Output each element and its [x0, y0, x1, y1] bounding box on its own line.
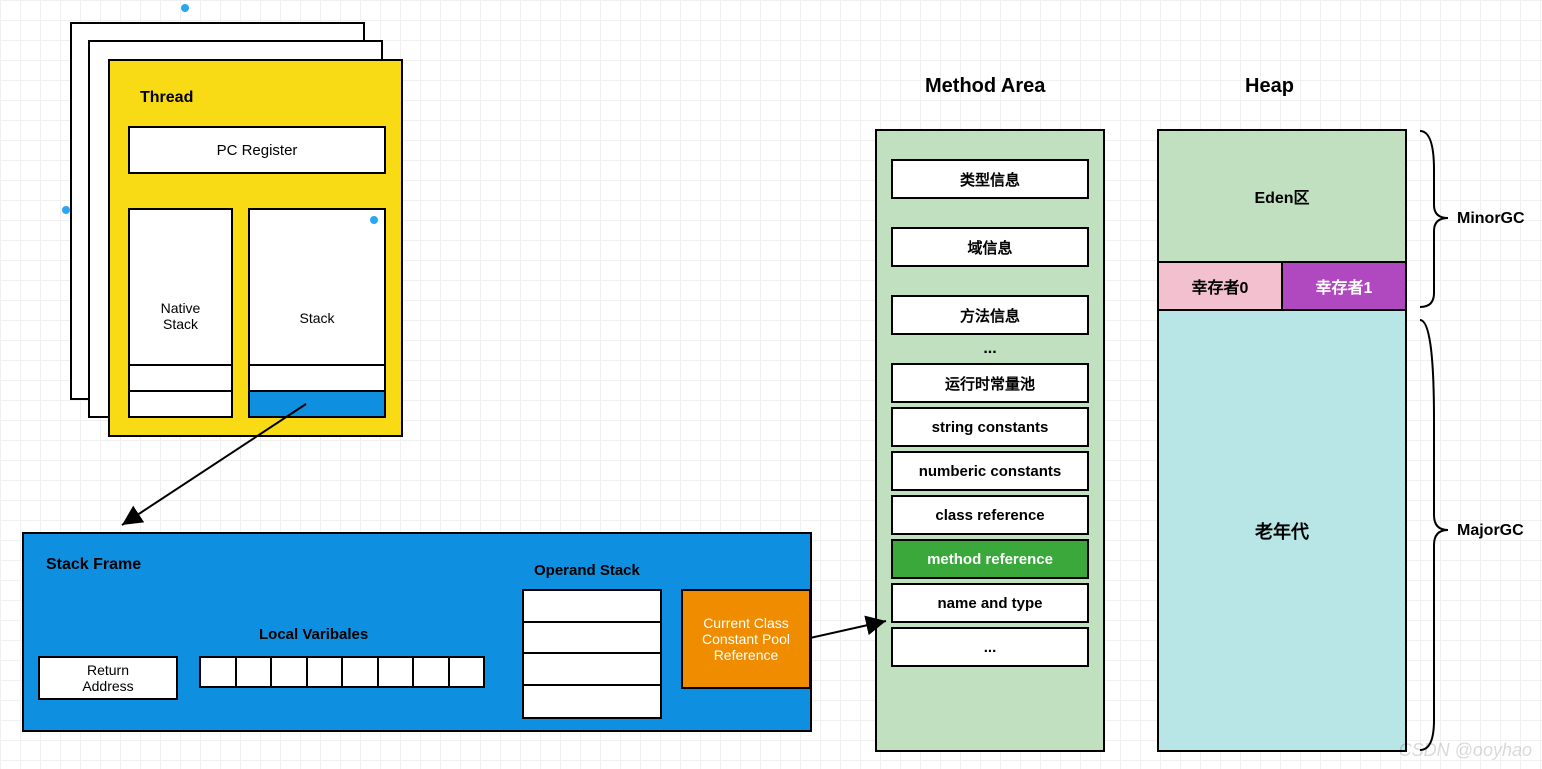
method-area-item: name and type: [891, 583, 1089, 623]
survivor-1: 幸存者1: [1282, 261, 1405, 309]
method-area-item: 运行时常量池: [891, 363, 1089, 403]
eden-region: Eden区: [1159, 131, 1405, 261]
return-address-box: ReturnAddress: [38, 656, 178, 700]
survivor-0: 幸存者0: [1159, 261, 1282, 309]
native-stack-row: [130, 390, 231, 416]
method-area-box: 类型信息 域信息 方法信息 ... 运行时常量池 string constant…: [875, 129, 1105, 752]
old-generation: 老年代: [1159, 309, 1405, 750]
operand-stack-label: Operand Stack: [534, 562, 640, 579]
selection-handle: [181, 4, 189, 12]
stack-frame-title: Stack Frame: [46, 556, 141, 574]
method-area-dots: ...: [877, 335, 1103, 363]
vm-stack-label: Stack: [250, 310, 384, 326]
stack-frame-box: Stack Frame ReturnAddress Local Varibale…: [22, 532, 812, 732]
heap-title: Heap: [1245, 75, 1294, 98]
thread-box: Thread PC Register NativeStack Stack: [108, 59, 403, 437]
vm-stack-row: [250, 364, 384, 390]
local-variables-label: Local Varibales: [259, 626, 368, 643]
pc-register-box: PC Register: [128, 126, 386, 174]
selection-handle: [370, 216, 378, 224]
local-variables-cells: [199, 656, 485, 688]
survivor-row: 幸存者0 幸存者1: [1159, 261, 1405, 309]
method-area-title: Method Area: [925, 75, 1045, 98]
operand-stack-box: [522, 589, 662, 719]
method-area-item: string constants: [891, 407, 1089, 447]
method-area-item-highlight: method reference: [891, 539, 1089, 579]
method-area-item: 域信息: [891, 227, 1089, 267]
native-stack-row: [130, 364, 231, 390]
heap-box: Eden区 幸存者0 幸存者1 老年代: [1157, 129, 1407, 752]
vm-stack-row-active: [250, 390, 384, 416]
watermark: CSDN @ooyhao: [1399, 740, 1532, 761]
method-area-item: 类型信息: [891, 159, 1089, 199]
vm-stack-box: Stack: [248, 208, 386, 418]
minor-gc-label: MinorGC: [1457, 210, 1525, 228]
major-gc-label: MajorGC: [1457, 522, 1524, 540]
current-class-constant-pool-ref-box: Current Class Constant Pool Reference: [681, 589, 811, 689]
selection-handle: [62, 206, 70, 214]
method-area-item: class reference: [891, 495, 1089, 535]
method-area-item: numberic constants: [891, 451, 1089, 491]
native-stack-box: NativeStack: [128, 208, 233, 418]
method-area-item: ...: [891, 627, 1089, 667]
native-stack-label: NativeStack: [130, 300, 231, 332]
thread-title: Thread: [140, 89, 193, 107]
method-area-item: 方法信息: [891, 295, 1089, 335]
